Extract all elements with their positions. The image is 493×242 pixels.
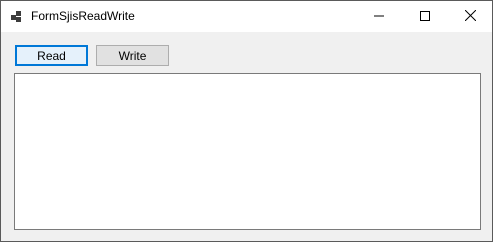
app-form-icon [11, 10, 23, 22]
maximize-button[interactable] [402, 1, 448, 32]
close-button[interactable] [447, 1, 493, 32]
maximize-icon [420, 8, 430, 26]
minimize-button[interactable] [356, 1, 402, 32]
title-bar[interactable]: FormSjisReadWrite [1, 1, 492, 32]
window-title: FormSjisReadWrite [31, 9, 135, 23]
read-button[interactable]: Read [15, 45, 88, 66]
minimize-icon [374, 8, 384, 26]
write-button[interactable]: Write [96, 45, 169, 66]
main-window: FormSjisReadWrite Read Write [0, 0, 493, 242]
close-icon [464, 8, 476, 26]
output-textbox[interactable] [14, 73, 481, 230]
